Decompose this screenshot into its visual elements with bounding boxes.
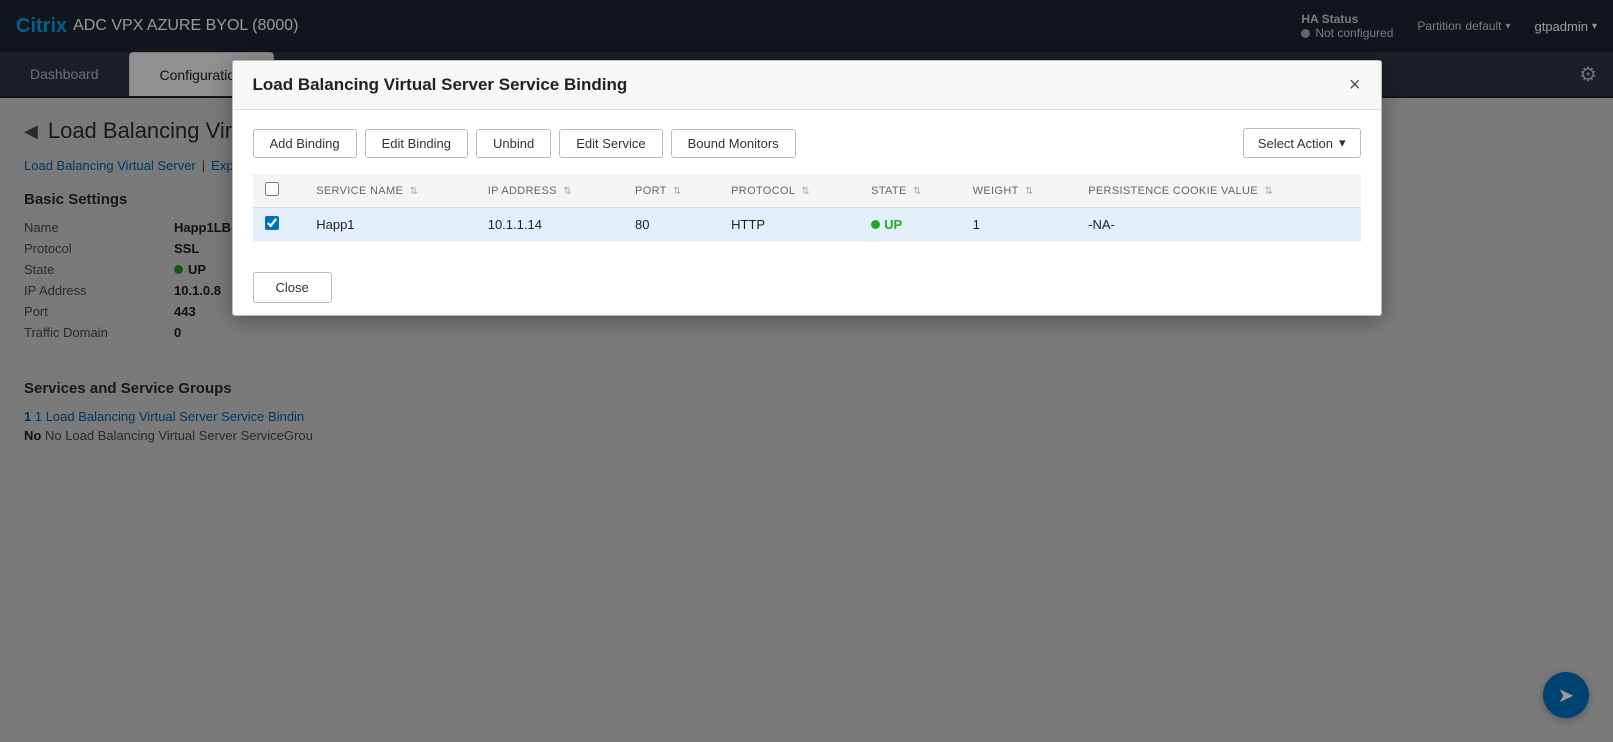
- weight-sort-icon: ⇅: [1025, 186, 1034, 197]
- col-port[interactable]: PORT ⇅: [623, 174, 719, 208]
- col-service-name[interactable]: SERVICE NAME ⇅: [304, 174, 476, 208]
- close-modal-button[interactable]: Close: [253, 272, 332, 303]
- row-persistence-cookie-value: -NA-: [1076, 208, 1360, 242]
- col-protocol[interactable]: PROTOCOL ⇅: [719, 174, 859, 208]
- table-row[interactable]: Happ1 10.1.1.14 80 HTTP UP 1 -NA-: [253, 208, 1361, 242]
- select-action-dropdown[interactable]: Select Action ▾: [1243, 128, 1361, 158]
- table-header-row: SERVICE NAME ⇅ IP ADDRESS ⇅ PORT ⇅ PRO: [253, 174, 1361, 208]
- state-up-badge: UP: [871, 217, 949, 232]
- row-weight: 1: [961, 208, 1077, 242]
- modal-toolbar: Add Binding Edit Binding Unbind Edit Ser…: [253, 128, 1361, 158]
- row-state: UP: [859, 208, 961, 242]
- bound-monitors-button[interactable]: Bound Monitors: [671, 129, 796, 158]
- state-sort-icon: ⇅: [913, 186, 922, 197]
- select-action-chevron-icon: ▾: [1339, 135, 1346, 151]
- port-sort-icon: ⇅: [673, 186, 682, 197]
- modal-footer: Close: [233, 260, 1381, 315]
- add-binding-button[interactable]: Add Binding: [253, 129, 357, 158]
- col-ip-address[interactable]: IP ADDRESS ⇅: [476, 174, 623, 208]
- row-checkbox[interactable]: [265, 216, 279, 230]
- modal-title: Load Balancing Virtual Server Service Bi…: [253, 75, 628, 95]
- select-all-checkbox[interactable]: [265, 182, 279, 196]
- modal-close-button[interactable]: ×: [1349, 75, 1361, 95]
- row-checkbox-cell: [253, 208, 305, 242]
- persistence-sort-icon: ⇅: [1264, 186, 1273, 197]
- row-port: 80: [623, 208, 719, 242]
- service-binding-table: SERVICE NAME ⇅ IP ADDRESS ⇅ PORT ⇅ PRO: [253, 174, 1361, 242]
- col-state[interactable]: STATE ⇅: [859, 174, 961, 208]
- modal-overlay: Load Balancing Virtual Server Service Bi…: [0, 0, 1613, 742]
- modal-header: Load Balancing Virtual Server Service Bi…: [233, 61, 1381, 110]
- col-persistence[interactable]: PERSISTENCE COOKIE VALUE ⇅: [1076, 174, 1360, 208]
- protocol-sort-icon: ⇅: [801, 186, 810, 197]
- edit-service-button[interactable]: Edit Service: [559, 129, 662, 158]
- ip-address-sort-icon: ⇅: [563, 186, 572, 197]
- row-protocol: HTTP: [719, 208, 859, 242]
- col-checkbox: [253, 174, 305, 208]
- service-name-sort-icon: ⇅: [410, 186, 419, 197]
- col-weight[interactable]: WEIGHT ⇅: [961, 174, 1077, 208]
- state-dot-green-icon: [871, 220, 880, 229]
- row-ip-address: 10.1.1.14: [476, 208, 623, 242]
- select-action-label: Select Action: [1258, 136, 1333, 151]
- edit-binding-button[interactable]: Edit Binding: [365, 129, 468, 158]
- row-service-name: Happ1: [304, 208, 476, 242]
- modal-dialog: Load Balancing Virtual Server Service Bi…: [232, 60, 1382, 316]
- modal-body: Add Binding Edit Binding Unbind Edit Ser…: [233, 110, 1381, 260]
- unbind-button[interactable]: Unbind: [476, 129, 551, 158]
